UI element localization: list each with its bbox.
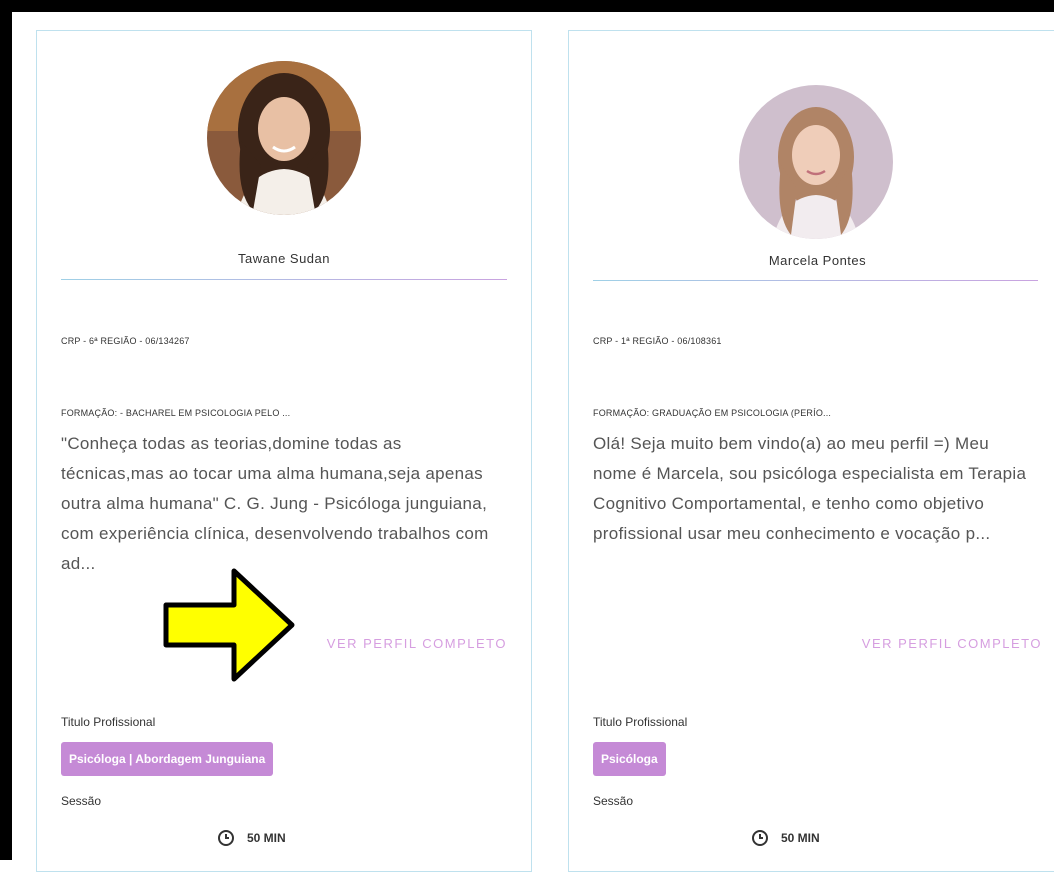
ver-perfil-completo-link[interactable]: VER PERFIL COMPLETO <box>327 636 507 651</box>
profile-description: Olá! Seja muito bem vindo(a) ao meu perf… <box>593 434 1027 543</box>
psychologist-name: Tawane Sudan <box>237 251 330 266</box>
titulo-profissional-label: Titulo Profissional <box>61 715 156 729</box>
clock-icon <box>218 830 234 846</box>
divider <box>61 279 507 280</box>
clock-icon <box>752 830 768 846</box>
psychologist-name: Marcela Pontes <box>768 253 867 268</box>
psychologist-card-tawane: Tawane Sudan CRP - 6ª REGIÃO - 06/134267… <box>36 30 532 872</box>
sessao-label: Sessão <box>593 794 634 808</box>
formacao-summary: FORMAÇÃO: - BACHAREL EM PSICOLOGIA PELO … <box>61 408 291 418</box>
crp-registration: CRP - 6ª REGIÃO - 06/134267 <box>61 336 190 346</box>
session-duration-value: 50 MIN <box>781 831 820 845</box>
sessao-label: Sessão <box>61 794 102 808</box>
avatar[interactable] <box>739 85 893 239</box>
avatar[interactable] <box>207 61 361 215</box>
psychologist-card-marcela: Marcela Pontes CRP - 1ª REGIÃO - 06/1083… <box>568 30 1054 872</box>
ver-perfil-completo-link[interactable]: VER PERFIL COMPLETO <box>862 636 1042 651</box>
titulo-profissional-tag: Psicóloga <box>593 742 666 776</box>
session-duration: 50 MIN <box>217 826 286 850</box>
formacao-summary: FORMAÇÃO: GRADUAÇÃO EM PSICOLOGIA (PERÍO… <box>593 408 832 418</box>
screenshot-frame: Tawane Sudan CRP - 6ª REGIÃO - 06/134267… <box>0 0 1054 872</box>
profile-description: "Conheça todas as teorias,domine todas a… <box>61 434 489 573</box>
session-duration-value: 50 MIN <box>247 831 286 845</box>
session-duration: 50 MIN <box>751 826 820 850</box>
titulo-profissional-label: Titulo Profissional <box>593 715 688 729</box>
titulo-profissional-tag: Psicóloga | Abordagem Junguiana <box>61 742 274 776</box>
divider <box>593 280 1038 281</box>
arrow-right-icon <box>163 568 295 682</box>
crp-registration: CRP - 1ª REGIÃO - 06/108361 <box>593 336 722 346</box>
